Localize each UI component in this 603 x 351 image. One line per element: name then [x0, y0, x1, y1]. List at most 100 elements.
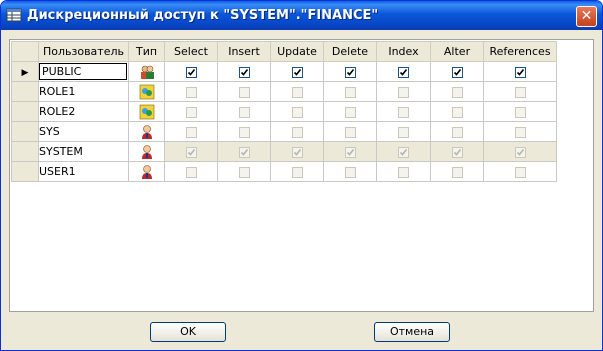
row-indicator[interactable] — [11, 121, 39, 142]
permission-checkbox-index[interactable] — [398, 86, 409, 98]
close-button[interactable]: ✕ — [576, 6, 597, 27]
permission-checkbox-select[interactable] — [185, 166, 197, 178]
close-icon: ✕ — [580, 8, 593, 24]
user-icon — [141, 144, 152, 159]
permission-checkbox-alter[interactable] — [451, 146, 463, 158]
role-icon — [139, 104, 154, 119]
permission-checkbox-index[interactable] — [398, 126, 409, 138]
header-row: Пользователь Тип Select Insert Update De… — [11, 41, 557, 62]
permission-checkbox-insert[interactable] — [238, 86, 250, 98]
permission-checkbox-select[interactable] — [185, 146, 197, 158]
permission-checkbox-references[interactable] — [514, 86, 526, 98]
column-header-insert[interactable]: Insert — [217, 41, 271, 62]
permission-cell-index — [376, 141, 431, 162]
column-header-index[interactable]: Index — [376, 41, 431, 62]
permission-checkbox-references[interactable] — [514, 106, 526, 118]
title-bar[interactable]: Дискреционный доступ к "SYSTEM"."FINANCE… — [1, 1, 602, 30]
permission-cell-update — [270, 161, 324, 182]
user-cell[interactable]: PUBLIC — [38, 61, 129, 82]
user-name: ROLE1 — [39, 85, 76, 98]
permission-checkbox-delete[interactable] — [344, 166, 356, 178]
permission-checkbox-delete[interactable] — [344, 106, 356, 118]
permission-checkbox-alter[interactable] — [451, 166, 463, 178]
row-indicator[interactable] — [11, 141, 39, 162]
permission-checkbox-insert[interactable] — [238, 166, 250, 178]
type-cell — [128, 141, 165, 162]
row-indicator[interactable] — [11, 81, 39, 102]
permission-checkbox-update[interactable] — [291, 66, 303, 78]
permission-checkbox-select[interactable] — [185, 86, 197, 98]
permission-cell-alter — [430, 81, 484, 102]
permission-checkbox-alter[interactable] — [451, 126, 463, 138]
table-row[interactable]: ROLE1 — [11, 81, 557, 102]
row-indicator[interactable] — [11, 161, 39, 182]
permission-cell-select — [164, 61, 218, 82]
table-row[interactable]: SYS — [11, 121, 557, 142]
permission-checkbox-alter[interactable] — [451, 66, 463, 78]
permission-checkbox-index[interactable] — [398, 106, 409, 118]
permission-cell-select — [164, 161, 218, 182]
permission-checkbox-insert[interactable] — [238, 106, 250, 118]
column-header-references[interactable]: References — [483, 41, 557, 62]
user-cell[interactable]: SYS — [38, 121, 129, 142]
permission-checkbox-insert[interactable] — [238, 126, 250, 138]
column-header-alter[interactable]: Alter — [430, 41, 484, 62]
row-indicator[interactable]: ▶ — [11, 61, 39, 82]
table-row[interactable]: ▶ PUBLIC — [11, 61, 557, 82]
user-cell[interactable]: ROLE1 — [38, 81, 129, 102]
ok-button[interactable]: OK — [150, 322, 226, 342]
permission-cell-update — [270, 81, 324, 102]
permission-cell-update — [270, 61, 324, 82]
permission-checkbox-insert[interactable] — [238, 66, 250, 78]
permission-checkbox-references[interactable] — [514, 126, 526, 138]
permission-cell-insert — [217, 61, 271, 82]
type-cell — [128, 81, 165, 102]
permission-cell-select — [164, 121, 218, 142]
permission-checkbox-delete[interactable] — [344, 66, 356, 78]
permission-checkbox-update[interactable] — [291, 106, 303, 118]
permission-checkbox-alter[interactable] — [451, 106, 463, 118]
permission-checkbox-insert[interactable] — [238, 146, 250, 158]
user-cell[interactable]: USER1 — [38, 161, 129, 182]
permission-checkbox-alter[interactable] — [451, 86, 463, 98]
permission-checkbox-update[interactable] — [291, 166, 303, 178]
table-row[interactable]: ROLE2 — [11, 101, 557, 122]
permission-cell-insert — [217, 121, 271, 142]
permission-checkbox-references[interactable] — [514, 146, 526, 158]
permission-cell-update — [270, 141, 324, 162]
permission-checkbox-update[interactable] — [291, 86, 303, 98]
user-name: SYS — [39, 125, 60, 138]
permission-checkbox-delete[interactable] — [344, 146, 356, 158]
permission-checkbox-index[interactable] — [398, 146, 409, 158]
permission-checkbox-index[interactable] — [398, 66, 409, 78]
column-header-type[interactable]: Тип — [128, 41, 165, 62]
permission-checkbox-references[interactable] — [514, 66, 526, 78]
permission-cell-select — [164, 141, 218, 162]
permission-cell-references — [483, 121, 557, 142]
column-header-update[interactable]: Update — [270, 41, 324, 62]
permission-checkbox-select[interactable] — [185, 66, 197, 78]
column-header-user[interactable]: Пользователь — [38, 41, 129, 62]
permission-checkbox-update[interactable] — [291, 126, 303, 138]
permissions-grid[interactable]: Пользователь Тип Select Insert Update De… — [9, 39, 594, 312]
permission-checkbox-select[interactable] — [185, 126, 197, 138]
permission-checkbox-delete[interactable] — [344, 86, 356, 98]
row-indicator[interactable] — [11, 101, 39, 122]
column-header-select[interactable]: Select — [164, 41, 218, 62]
permission-cell-alter — [430, 101, 484, 122]
permission-checkbox-delete[interactable] — [344, 126, 356, 138]
permission-checkbox-index[interactable] — [398, 166, 409, 178]
user-cell[interactable]: SYSTEM — [38, 141, 129, 162]
column-header-delete[interactable]: Delete — [323, 41, 377, 62]
permission-checkbox-select[interactable] — [185, 106, 197, 118]
table-row[interactable]: USER1 — [11, 161, 557, 182]
cancel-button[interactable]: Отмена — [374, 322, 450, 342]
user-icon — [141, 124, 152, 139]
permission-cell-insert — [217, 81, 271, 102]
user-cell[interactable]: ROLE2 — [38, 101, 129, 122]
permission-cell-references — [483, 101, 557, 122]
permission-checkbox-references[interactable] — [514, 166, 526, 178]
permission-checkbox-update[interactable] — [291, 146, 303, 158]
permission-cell-delete — [323, 141, 377, 162]
table-row[interactable]: SYSTEM — [11, 141, 557, 162]
